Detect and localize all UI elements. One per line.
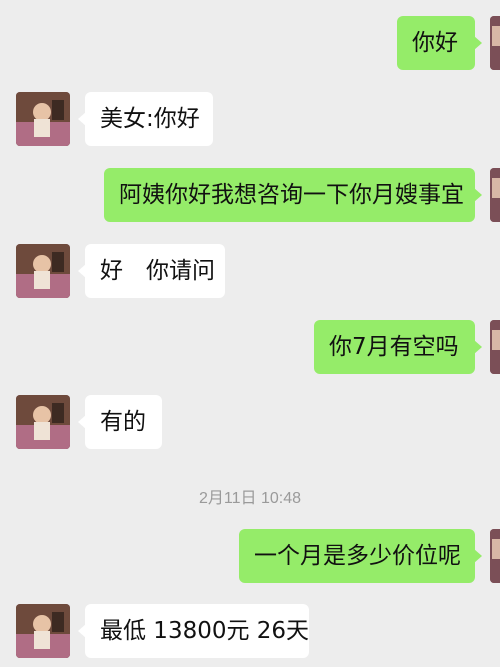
- avatar-icon: [490, 529, 500, 583]
- message-bubble-outgoing[interactable]: 你好: [397, 16, 482, 70]
- avatar-icon: [16, 604, 70, 658]
- contact-avatar[interactable]: [16, 244, 70, 298]
- own-avatar[interactable]: [490, 16, 500, 70]
- own-avatar[interactable]: [490, 529, 500, 583]
- message-bubble-outgoing[interactable]: 一个月是多少价位呢: [239, 529, 482, 583]
- contact-avatar[interactable]: [16, 92, 70, 146]
- own-avatar[interactable]: [490, 168, 500, 222]
- avatar-icon: [16, 244, 70, 298]
- timestamp-divider: 2月11日 10:48: [199, 490, 301, 507]
- chat-conversation: 你好 美女:你好 阿姨你好我想咨询一下你月嫂事宜 好 你请问 你7月有空吗 有的…: [0, 0, 500, 667]
- avatar-icon: [16, 92, 70, 146]
- message-bubble-outgoing[interactable]: 阿姨你好我想咨询一下你月嫂事宜: [104, 168, 482, 222]
- contact-avatar[interactable]: [16, 395, 70, 449]
- contact-avatar[interactable]: [16, 604, 70, 658]
- avatar-icon: [490, 16, 500, 70]
- avatar-icon: [16, 395, 70, 449]
- avatar-icon: [490, 320, 500, 374]
- avatar-icon: [490, 168, 500, 222]
- message-bubble-outgoing[interactable]: 你7月有空吗: [314, 320, 482, 374]
- message-bubble-incoming[interactable]: 有的: [78, 395, 162, 449]
- message-bubble-incoming[interactable]: 美女:你好: [78, 92, 213, 146]
- message-bubble-incoming[interactable]: 好 你请问: [78, 244, 225, 298]
- own-avatar[interactable]: [490, 320, 500, 374]
- message-bubble-incoming[interactable]: 最低 13800元 26天: [78, 604, 309, 658]
